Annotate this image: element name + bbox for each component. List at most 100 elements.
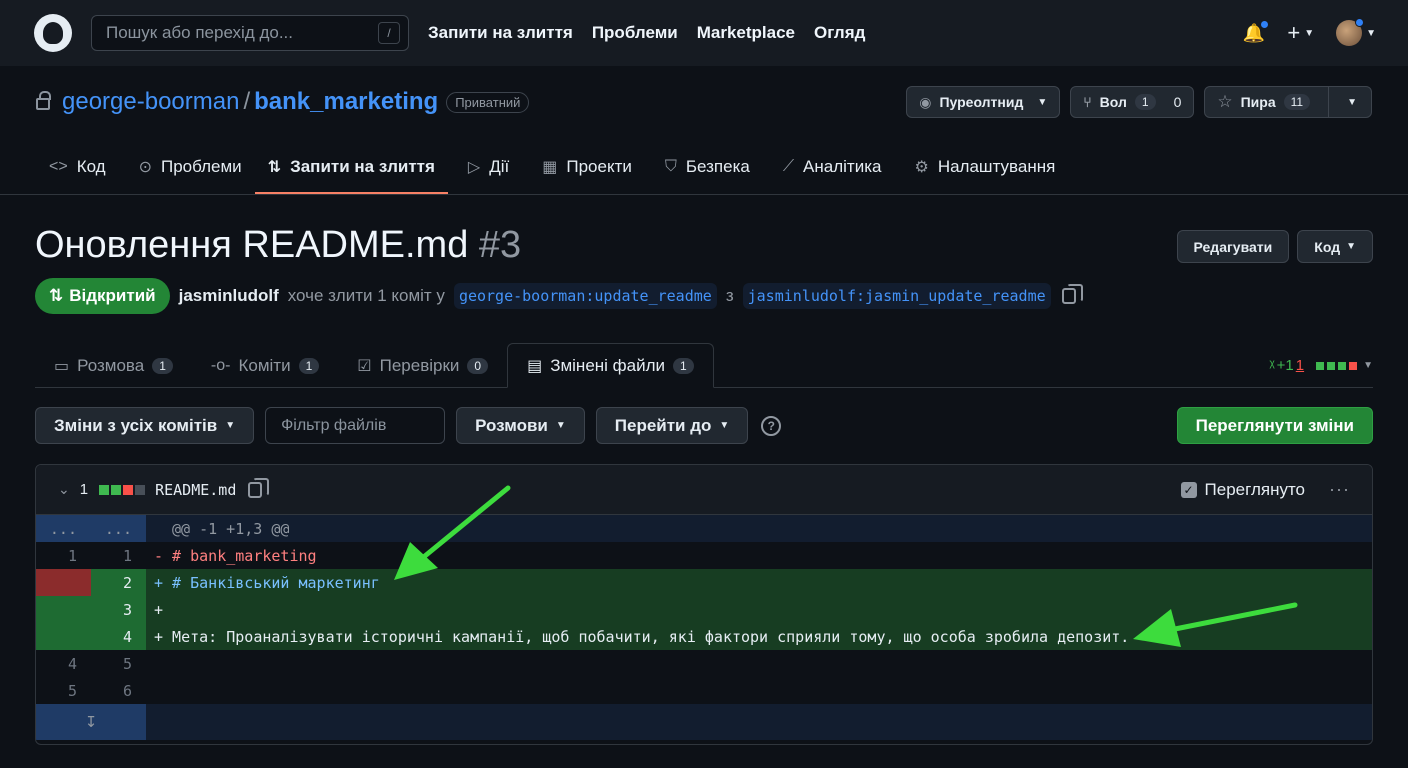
star-icon: ☆	[1217, 92, 1233, 111]
graph-icon: ⟋	[782, 158, 795, 175]
notifications-bell-icon[interactable]: 🔔	[1243, 19, 1270, 44]
search-input[interactable]: Пошук або перехід до... /	[91, 15, 409, 51]
new-line-number[interactable]: 6	[91, 677, 146, 704]
pr-tabs: ▭ Розмова 1 -o- Коміти 1 ☑ Перевірки 0 ▤ Змінен…	[35, 343, 1373, 388]
global-nav-pulls[interactable]: Запити на злиття	[428, 23, 573, 43]
global-nav-explore[interactable]: Огляд	[814, 23, 865, 43]
chevron-down-icon: ▼	[1366, 27, 1376, 39]
diffstat-additions: +1	[1276, 357, 1294, 374]
old-line-number[interactable]	[36, 596, 91, 623]
repo-actions: ◉ Пуреолтнид ▼ ⑂ Вол 1 0 ☆ Пира 11 ▼	[906, 86, 1372, 118]
old-line-number[interactable]	[36, 623, 91, 650]
review-changes-button[interactable]: Переглянути зміни	[1176, 407, 1373, 444]
diff-line: 3 +	[36, 596, 1372, 623]
fork-button[interactable]: ⑂ Вол 1 0	[1070, 86, 1195, 118]
header-actions: 🔔 + ▼ ▼	[1243, 18, 1376, 46]
repo-tab-pull-requests[interactable]: ⇅ Запити на злиття	[254, 140, 449, 194]
file-name[interactable]: README.md	[155, 481, 236, 499]
help-icon[interactable]: ?	[761, 415, 782, 436]
commits-filter-dropdown[interactable]: Зміни з усіх комітів ▼	[35, 407, 255, 444]
diffstat-del-block	[123, 484, 134, 495]
expand-all-icon[interactable]: ↧	[36, 704, 146, 740]
repo-name-link[interactable]: bank_marketing	[254, 88, 438, 116]
from-word: з	[725, 286, 734, 305]
table-icon: ▦	[542, 159, 558, 176]
global-nav-marketplace[interactable]: Marketplace	[697, 23, 795, 43]
author-link[interactable]: jasminludolf	[179, 286, 279, 306]
star-button[interactable]: ☆ Пира 11 ▼	[1204, 86, 1372, 118]
new-line-number[interactable]: 5	[91, 650, 146, 677]
repo-path-separator: /	[243, 88, 251, 115]
watch-button[interactable]: ◉ Пуреолтнид ▼	[906, 86, 1061, 118]
create-new-button[interactable]: + ▼	[1287, 20, 1314, 46]
hunk-header-row: ... ... @@ -1 +1,3 @@	[36, 515, 1372, 542]
diff-line: 2 + # Банківський маркетинг	[36, 569, 1372, 596]
copy-icon[interactable]	[248, 477, 270, 498]
file-diff-icon: ▤	[527, 357, 543, 375]
diffstat-add-block	[111, 484, 122, 495]
diff-line-text	[146, 677, 1372, 704]
tab-files-changed[interactable]: ▤ Змінені файли 1	[507, 343, 714, 388]
repo-tab-insights[interactable]: ⟋ Аналітика	[763, 140, 895, 194]
code-button-label: Код	[1314, 238, 1341, 255]
old-line-number[interactable]: 1	[36, 542, 91, 569]
old-line-number[interactable]: 5	[36, 677, 91, 704]
file-filter-input[interactable]: Фільтр файлів	[265, 407, 446, 444]
check-icon: ✓	[1180, 481, 1197, 498]
copy-icon[interactable]	[1061, 284, 1083, 304]
file-filter-placeholder: Фільтр файлів	[281, 416, 387, 434]
base-branch[interactable]: george-boorman:update_readme	[453, 283, 717, 309]
diff-line-code: + # Банківський маркетинг	[146, 569, 1372, 596]
new-line-number[interactable]: 4	[91, 623, 146, 650]
expand-up-icon[interactable]: ...	[36, 515, 91, 542]
edit-button[interactable]: Редагувати	[1176, 230, 1290, 263]
kebab-menu-icon[interactable]: ···	[1329, 479, 1350, 500]
repo-owner-link[interactable]: george-boorman	[62, 88, 239, 116]
jump-to-dropdown[interactable]: Перейти до ▼	[595, 407, 749, 444]
issue-icon: ⊙	[138, 159, 152, 176]
avatar	[1336, 18, 1365, 46]
file-change-count: 1	[79, 481, 89, 498]
tab-count: 1	[673, 357, 694, 374]
global-header: Пошук або перехід до... / Запити на злит…	[0, 0, 1408, 66]
global-nav-issues[interactable]: Проблеми	[592, 23, 678, 43]
repo-tab-actions[interactable]: ▷ Дії	[448, 140, 522, 194]
file-diff: ⌄ 1 README.md ✓ Переглянуто ··· ... ... …	[35, 464, 1373, 745]
expand-up-icon[interactable]: ...	[91, 515, 146, 542]
chevron-down-icon: ▼	[555, 420, 566, 431]
repo-tab-settings[interactable]: ⚙ Налаштування	[894, 140, 1068, 194]
pr-header-actions: Редагувати Код ▼	[1176, 230, 1373, 263]
viewed-label: Переглянуто	[1204, 479, 1306, 499]
diffstat-add-block	[1316, 361, 1325, 370]
tab-commits[interactable]: -o- Коміти 1	[192, 343, 338, 388]
fork-label: Вол	[1099, 94, 1127, 110]
head-branch[interactable]: jasminludolf:jasmin_update_readme	[742, 283, 1051, 309]
repo-tab-projects[interactable]: ▦ Проекти	[522, 140, 645, 194]
github-logo-icon[interactable]	[34, 14, 72, 52]
tab-checks[interactable]: ☑ Перевірки 0	[338, 343, 507, 388]
diff-line-text: +	[146, 596, 1372, 623]
repo-tab-issues[interactable]: ⊙ Проблеми	[119, 140, 255, 194]
diffstat-prefix: ᵡ	[1269, 357, 1275, 374]
new-line-number[interactable]: 3	[91, 596, 146, 623]
new-line-number[interactable]: 1	[91, 542, 146, 569]
repo-tab-security[interactable]: ⛉ Безпека	[645, 140, 763, 194]
chevron-down-icon: ▼	[1037, 96, 1048, 108]
search-shortcut-badge: /	[378, 22, 400, 44]
user-menu-button[interactable]: ▼	[1336, 18, 1376, 46]
tab-conversation[interactable]: ▭ Розмова 1	[35, 343, 192, 388]
code-dropdown-button[interactable]: Код ▼	[1297, 230, 1373, 263]
old-line-number[interactable]: 4	[36, 650, 91, 677]
new-line-number[interactable]: 2	[91, 569, 146, 596]
repo-tab-code[interactable]: <> Код	[36, 140, 119, 194]
viewed-checkbox[interactable]: ✓ Переглянуто	[1180, 479, 1306, 500]
conversations-dropdown[interactable]: Розмови ▼	[456, 407, 585, 444]
chevron-down-icon[interactable]: ⌄	[58, 481, 70, 498]
chevron-down-icon[interactable]: ▼	[1363, 360, 1373, 371]
pull-request-icon: ⇅	[49, 286, 64, 305]
diff-line-text: + Мета: Проаналізувати історичні кампані…	[146, 623, 1372, 650]
old-line-number[interactable]	[36, 569, 91, 596]
repo-tab-label: Дії	[489, 157, 510, 176]
star-list-dropdown[interactable]: ▼	[1328, 87, 1371, 117]
diffstat-neutral-block	[135, 484, 146, 495]
